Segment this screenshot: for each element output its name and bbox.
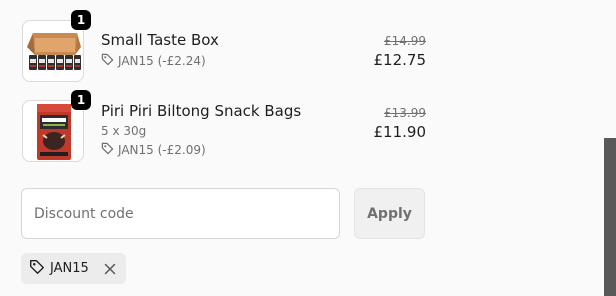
original-price: £13.99 — [384, 106, 426, 120]
quantity-badge: 1 — [71, 90, 91, 110]
tag-icon — [101, 53, 114, 69]
close-icon — [104, 263, 116, 274]
item-discount-label: JAN15 (-£2.09) — [118, 143, 206, 157]
tag-icon — [101, 142, 114, 158]
applied-discount-tag: JAN15 — [21, 253, 126, 284]
product-variant: 5 x 30g — [101, 124, 147, 138]
item-discount-label: JAN15 (-£2.24) — [118, 54, 206, 68]
price: £12.75 — [373, 51, 427, 69]
item-discount: JAN15 (-£2.24) — [101, 53, 206, 69]
discount-code-input[interactable] — [21, 188, 340, 239]
scrollbar[interactable] — [604, 138, 616, 296]
tag-icon — [29, 259, 45, 279]
apply-button[interactable]: Apply — [354, 188, 425, 239]
price: £11.90 — [373, 123, 427, 141]
quantity-badge: 1 — [71, 10, 91, 30]
remove-discount-button[interactable] — [102, 261, 118, 277]
item-discount: JAN15 (-£2.09) — [101, 142, 206, 158]
line-item-small-taste-box: 1 Small Taste Box JAN15 (-£2.24) £14.99 … — [22, 10, 432, 82]
product-title: Small Taste Box — [101, 31, 219, 49]
product-title: Piri Piri Biltong Snack Bags — [101, 102, 302, 120]
original-price: £14.99 — [384, 34, 426, 48]
applied-code-label: JAN15 — [50, 261, 89, 276]
line-item-piri-piri: 1 Piri Piri Biltong Snack Bags 5 x 30g J… — [22, 90, 432, 162]
